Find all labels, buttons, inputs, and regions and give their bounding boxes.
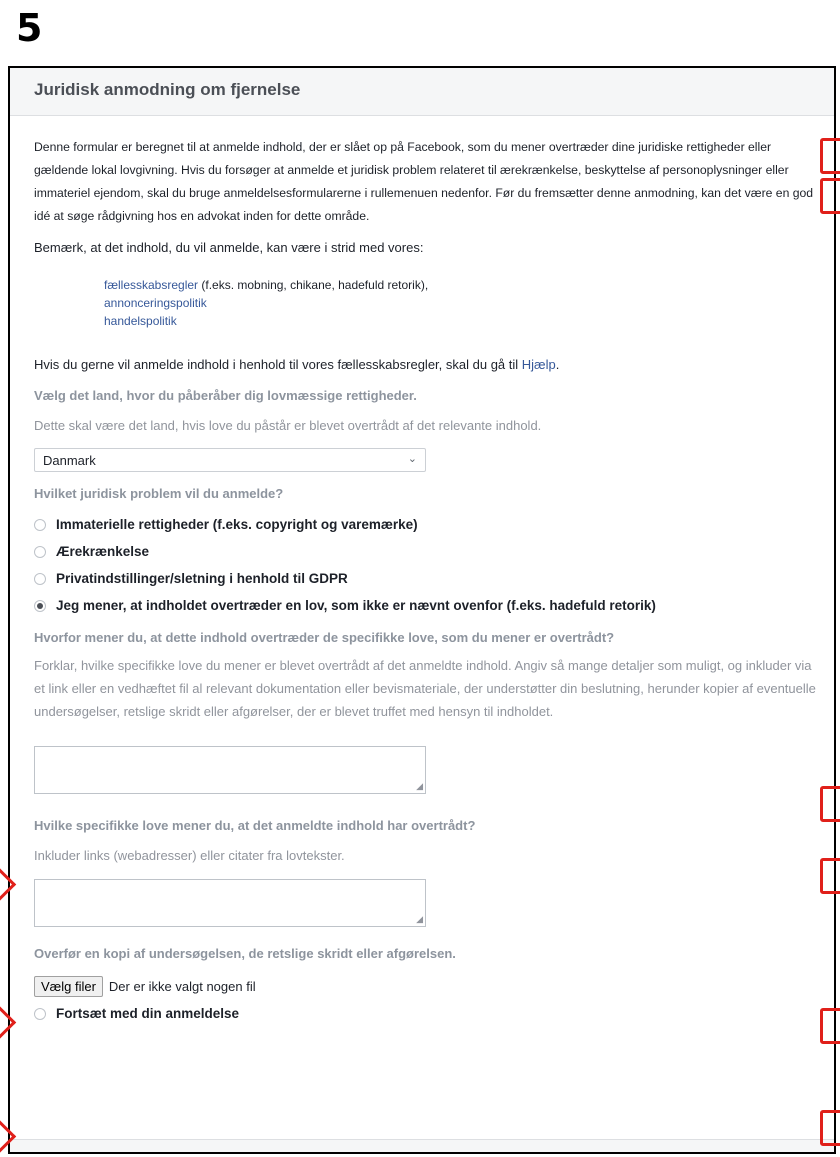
annotation-marker [820, 786, 840, 822]
why-textarea[interactable]: ◢ [34, 746, 426, 794]
laws-hint: Inkluder links (webadresser) eller citat… [34, 848, 345, 863]
country-label: Vælg det land, hvor du påberåber dig lov… [34, 388, 417, 403]
step-number: 5 [16, 6, 43, 50]
option-label: Ærekrænkelse [56, 544, 150, 559]
country-hint: Dette skal være det land, hvis love du p… [34, 418, 542, 433]
country-select[interactable]: Danmark ⌄ [34, 448, 426, 472]
option-label: Immaterielle rettigheder (f.eks. copyrig… [56, 517, 418, 532]
laws-textarea[interactable]: ◢ [34, 879, 426, 927]
radio-button[interactable] [34, 518, 46, 531]
help-end: . [555, 357, 560, 372]
annotation-marker [820, 138, 840, 174]
option-intellectual-property[interactable]: Immaterielle rettigheder (f.eks. copyrig… [34, 517, 418, 532]
panel-footer [10, 1139, 834, 1152]
annotation-marker [820, 178, 840, 214]
help-text: Hvis du gerne vil anmelde indhold i henh… [34, 357, 522, 372]
legal-removal-panel: Juridisk anmodning om fjernelse Denne fo… [8, 66, 836, 1154]
annotation-marker [820, 1008, 840, 1044]
resize-grip-icon[interactable]: ◢ [416, 914, 423, 925]
option-other-law[interactable]: Jeg mener, at indholdet overtræder en lo… [34, 598, 656, 613]
policy-item-note: (f.eks. mobning, chikane, hadefuld retor… [198, 278, 429, 292]
advertising-policy-link[interactable]: annonceringspolitik [104, 296, 207, 310]
commerce-policy-link[interactable]: handelspolitik [104, 314, 177, 328]
radio-button-selected[interactable] [34, 599, 46, 612]
help-link[interactable]: Hjælp [522, 357, 556, 372]
option-gdpr[interactable]: Privatindstillinger/sletning i henhold t… [34, 571, 348, 586]
annotation-marker [820, 1110, 840, 1146]
policy-note: Bemærk, at det indhold, du vil anmelde, … [34, 240, 424, 255]
radio-button[interactable] [34, 572, 46, 585]
help-line: Hvis du gerne vil anmelde indhold i henh… [34, 357, 559, 372]
choose-files-button[interactable]: Vælg filer [34, 976, 103, 997]
option-label: Jeg mener, at indholdet overtræder en lo… [56, 598, 656, 613]
radio-button[interactable] [34, 545, 46, 558]
intro-text: Denne formular er beregnet til at anmeld… [34, 140, 814, 223]
continue-label: Fortsæt med din anmeldelse [56, 1006, 240, 1021]
why-label: Hvorfor mener du, at dette indhold overt… [34, 630, 615, 645]
policy-list: fællesskabsregler (f.eks. mobning, chika… [104, 276, 428, 330]
panel-title: Juridisk anmodning om fjernelse [34, 80, 301, 99]
file-upload: Vælg filer Der er ikke valgt nogen fil [34, 976, 256, 997]
why-hint: Forklar, hvilke specifikke love du mener… [34, 658, 816, 719]
policy-item: handelspolitik [104, 312, 428, 330]
policy-item: fællesskabsregler (f.eks. mobning, chika… [104, 276, 428, 294]
option-label: Privatindstillinger/sletning i henhold t… [56, 571, 348, 586]
continue-option[interactable]: Fortsæt med din anmeldelse [34, 1006, 239, 1021]
chevron-down-icon: ⌄ [407, 453, 417, 465]
country-selected-value: Danmark [43, 453, 96, 468]
file-status: Der er ikke valgt nogen fil [108, 979, 256, 994]
policy-item: annonceringspolitik [104, 294, 428, 312]
community-standards-link[interactable]: fællesskabsregler [104, 278, 198, 292]
annotation-marker [820, 858, 840, 894]
option-defamation[interactable]: Ærekrænkelse [34, 544, 149, 559]
radio-button[interactable] [34, 1007, 46, 1020]
panel-header: Juridisk anmodning om fjernelse [10, 68, 834, 116]
resize-grip-icon[interactable]: ◢ [416, 781, 423, 792]
problem-label: Hvilket juridisk problem vil du anmelde? [34, 486, 284, 501]
laws-label: Hvilke specifikke love mener du, at det … [34, 818, 476, 833]
upload-label: Overfør en kopi af undersøgelsen, de ret… [34, 946, 456, 961]
